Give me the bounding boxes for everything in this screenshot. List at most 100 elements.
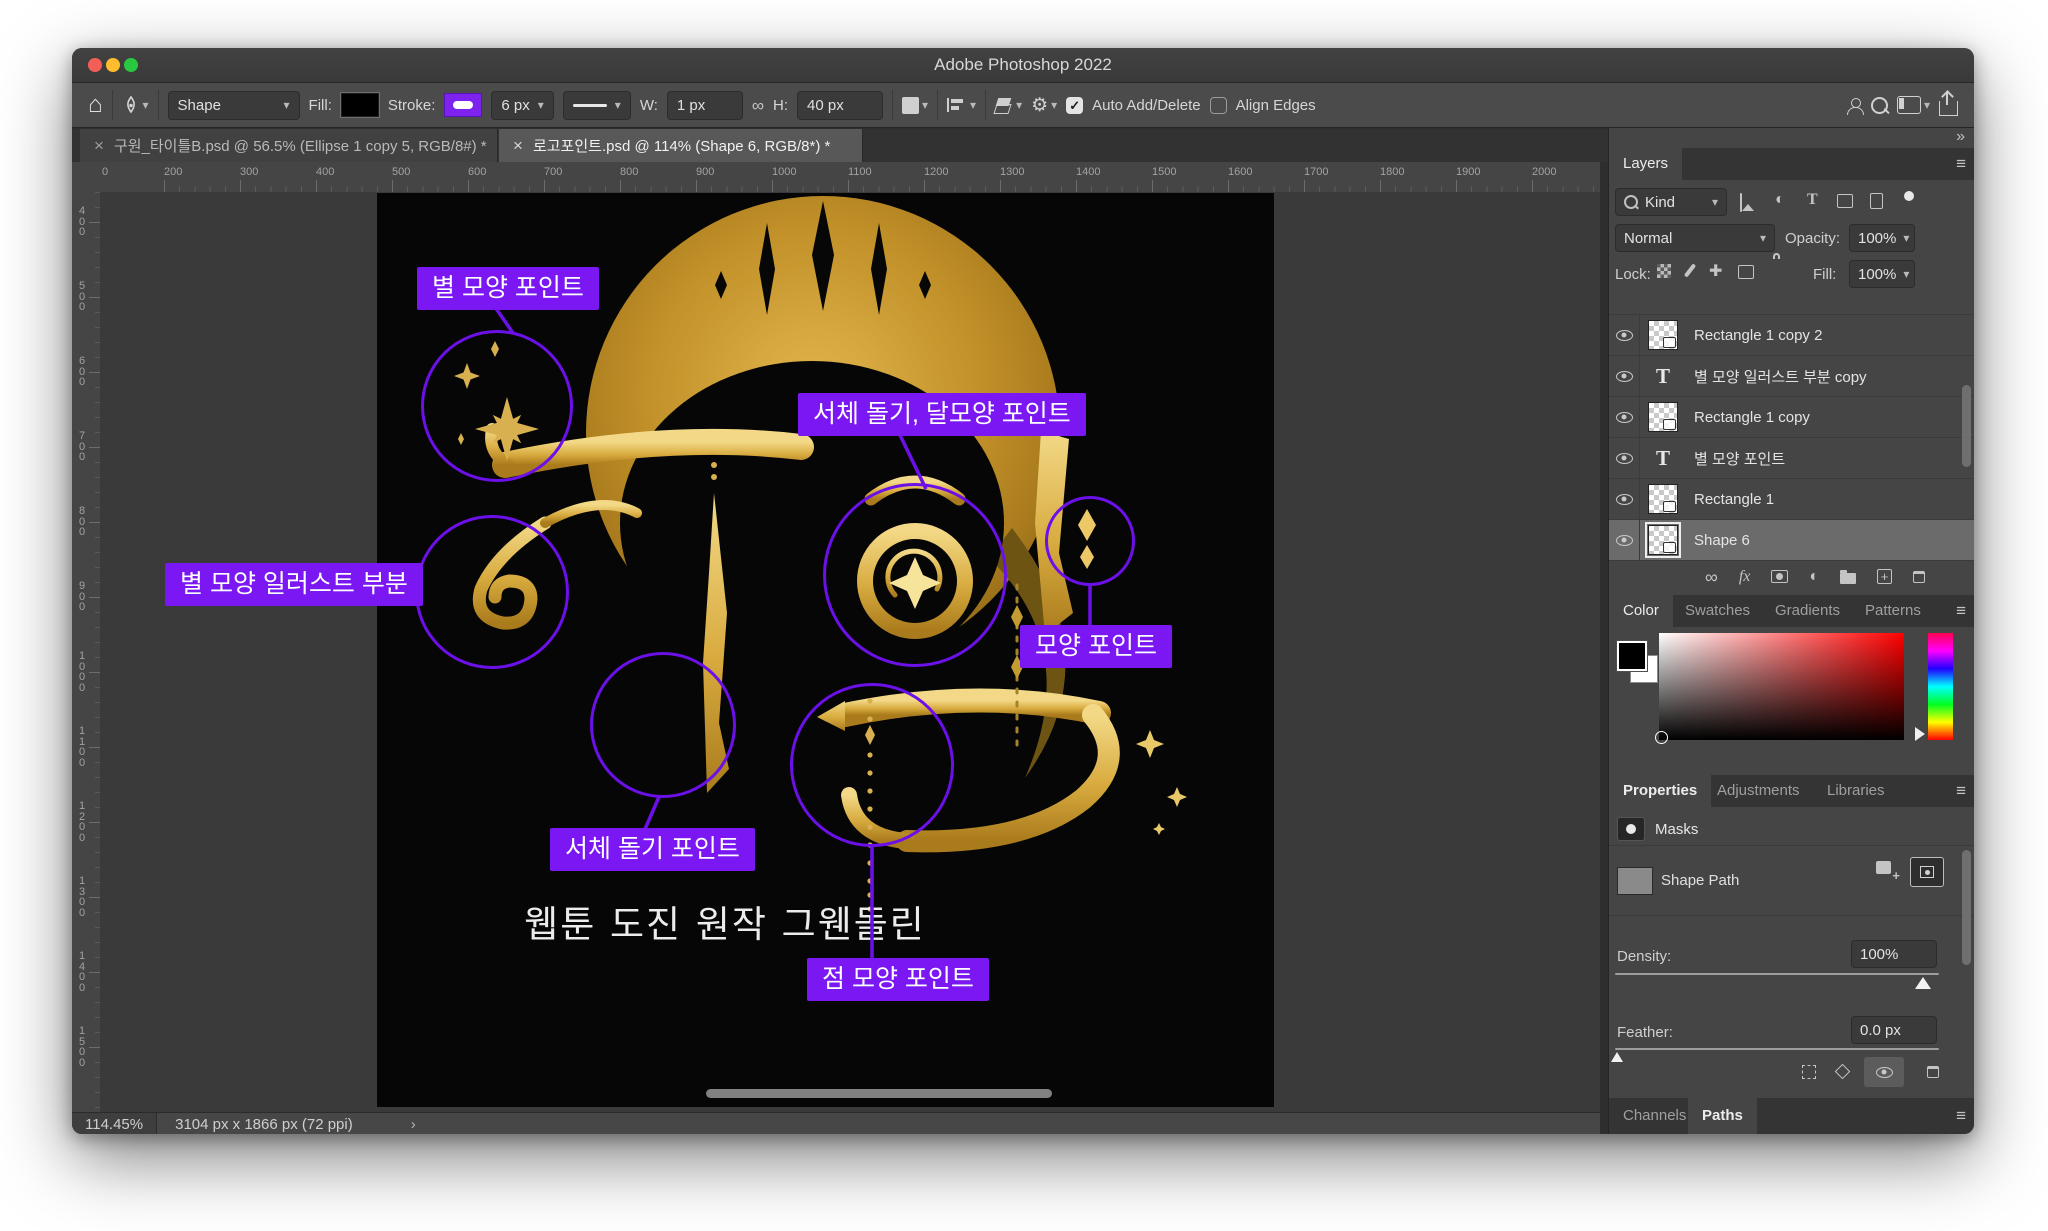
stroke-type-select[interactable]: ▾ (563, 91, 631, 120)
workspace-switcher[interactable]: ▾ (1897, 96, 1930, 114)
tab-libraries[interactable]: Libraries (1813, 775, 1899, 807)
layer-row[interactable]: Shape 6 (1609, 520, 1974, 560)
ruler-label: 300 (240, 166, 258, 178)
add-shape-path-icon[interactable] (1876, 861, 1900, 881)
layer-visibility-toggle[interactable] (1609, 438, 1640, 478)
tab-channels[interactable]: Channels (1609, 1098, 1700, 1134)
vector-mask-button[interactable] (1910, 857, 1944, 887)
layers-scrollbar[interactable] (1962, 385, 1971, 467)
close-icon[interactable]: × (513, 136, 523, 156)
auto-add-delete-checkbox[interactable]: ✓ (1066, 97, 1083, 114)
new-group-icon[interactable] (1840, 573, 1856, 584)
density-slider-thumb[interactable] (1915, 977, 1931, 989)
document-tab-active[interactable]: × 로고포인트.psd @ 114% (Shape 6, RGB/8*) * (499, 129, 863, 162)
share-icon[interactable] (1939, 101, 1958, 116)
tab-properties[interactable]: Properties (1609, 775, 1711, 807)
filter-adjustment-layers-icon[interactable]: ◐ (1775, 192, 1785, 208)
layer-row[interactable]: Rectangle 1 copy 2 (1609, 315, 1974, 356)
stroke-width-select[interactable]: 6 px ▾ (491, 91, 553, 120)
lock-artboard-icon[interactable] (1738, 265, 1754, 279)
tab-layers[interactable]: Layers (1609, 148, 1682, 180)
ruler-label: 800 (620, 166, 638, 178)
document-tab[interactable]: × 구원_타이틀B.psd @ 56.5% (Ellipse 1 copy 5,… (80, 129, 498, 162)
layer-row[interactable]: T별 모양 일러스트 부분 copy (1609, 356, 1974, 397)
delete-layer-icon[interactable] (1913, 571, 1925, 583)
mask-visibility-button[interactable] (1864, 1057, 1904, 1087)
layer-visibility-toggle[interactable] (1609, 315, 1640, 355)
layer-visibility-toggle[interactable] (1609, 520, 1640, 560)
filter-smart-objects-icon[interactable] (1870, 193, 1883, 209)
layer-row[interactable]: T별 모양 포인트 (1609, 438, 1974, 479)
minimize-window-button[interactable] (106, 58, 120, 72)
properties-scrollbar[interactable] (1962, 850, 1971, 965)
blend-mode-select[interactable]: Normal ▾ (1615, 224, 1775, 252)
home-icon[interactable]: ⌂ (88, 91, 103, 119)
shape-height-input[interactable]: 40 px (797, 91, 883, 120)
divider (892, 90, 893, 120)
panel-menu-icon[interactable]: ≡ (1956, 1098, 1966, 1134)
color-cursor[interactable] (1655, 731, 1668, 744)
hue-marker[interactable] (1915, 727, 1925, 741)
link-layers-icon[interactable]: ∞ (1705, 568, 1718, 586)
tab-color[interactable]: Color (1609, 595, 1673, 627)
zoom-window-button[interactable] (124, 58, 138, 72)
shape-width-input[interactable]: 1 px (667, 91, 743, 120)
foreground-color-swatch[interactable] (1617, 641, 1647, 671)
add-layer-mask-icon[interactable] (1771, 570, 1788, 583)
density-input[interactable]: 100% (1851, 940, 1937, 968)
shape-settings-button[interactable]: ⚙ ▾ (1031, 96, 1057, 115)
lock-position-icon[interactable]: ✚ (1709, 264, 1722, 280)
pen-tool-button[interactable]: ▾ (122, 96, 149, 114)
apply-mask-icon[interactable] (1835, 1064, 1851, 1080)
filter-pixel-layers-icon[interactable] (1740, 193, 1742, 212)
adjustment-layer-icon[interactable]: ◐ (1809, 569, 1819, 585)
layer-visibility-toggle[interactable] (1609, 356, 1640, 396)
link-dimensions-icon[interactable]: ∞ (752, 97, 764, 114)
filter-type-layers-icon[interactable]: T (1807, 192, 1818, 208)
feather-slider-track[interactable] (1615, 1048, 1939, 1050)
horizontal-scrollbar[interactable] (706, 1089, 1052, 1098)
path-alignment-button[interactable]: ▾ (947, 98, 976, 112)
panel-menu-icon[interactable]: ≡ (1956, 775, 1966, 807)
shape-path-thumbnail[interactable] (1617, 867, 1653, 895)
tool-mode-select[interactable]: Shape ▾ (168, 91, 300, 120)
delete-mask-icon[interactable] (1927, 1066, 1939, 1078)
new-layer-icon[interactable]: + (1877, 569, 1892, 584)
feather-input[interactable]: 0.0 px (1851, 1016, 1937, 1044)
opacity-input[interactable]: 100% ▾ (1849, 224, 1915, 252)
close-icon[interactable]: × (94, 136, 104, 156)
panel-menu-icon[interactable]: ≡ (1956, 148, 1966, 180)
status-chevron-icon[interactable]: › (371, 1116, 416, 1133)
tab-patterns[interactable]: Patterns (1851, 595, 1935, 627)
layer-filter-select[interactable]: Kind ▾ (1615, 188, 1727, 216)
tab-swatches[interactable]: Swatches (1671, 595, 1764, 627)
stroke-swatch[interactable] (444, 93, 482, 117)
mask-selection-icon[interactable] (1802, 1065, 1816, 1079)
lock-pixels-icon[interactable] (1684, 263, 1696, 277)
path-arrangement-button[interactable]: ▾ (995, 98, 1022, 112)
tab-adjustments[interactable]: Adjustments (1703, 775, 1814, 807)
layer-row[interactable]: Rectangle 1 (1609, 479, 1974, 520)
layer-visibility-toggle[interactable] (1609, 479, 1640, 519)
panel-menu-icon[interactable]: ≡ (1956, 595, 1966, 627)
filter-shape-layers-icon[interactable] (1837, 194, 1853, 208)
tab-paths[interactable]: Paths (1688, 1098, 1757, 1134)
share-for-review-icon[interactable] (1847, 98, 1862, 113)
close-window-button[interactable] (88, 58, 102, 72)
feather-slider-thumb[interactable] (1611, 1052, 1623, 1062)
collapse-panels-icon[interactable]: » (1956, 128, 1965, 146)
search-icon[interactable] (1871, 97, 1888, 114)
tab-gradients[interactable]: Gradients (1761, 595, 1854, 627)
zoom-level-field[interactable]: 114.45% (72, 1113, 157, 1134)
fill-swatch[interactable] (341, 93, 379, 117)
align-edges-checkbox[interactable] (1210, 97, 1227, 114)
layer-style-fx-icon[interactable]: fx (1739, 569, 1751, 585)
hue-strip[interactable] (1928, 633, 1953, 740)
density-slider-track[interactable] (1615, 973, 1939, 975)
path-operations-button[interactable]: ▾ (902, 97, 928, 114)
color-saturation-field[interactable] (1659, 633, 1904, 740)
lock-transparency-icon[interactable] (1657, 264, 1671, 278)
fill-input[interactable]: 100% ▾ (1849, 260, 1915, 288)
layer-visibility-toggle[interactable] (1609, 397, 1640, 437)
layer-row[interactable]: Rectangle 1 copy (1609, 397, 1974, 438)
